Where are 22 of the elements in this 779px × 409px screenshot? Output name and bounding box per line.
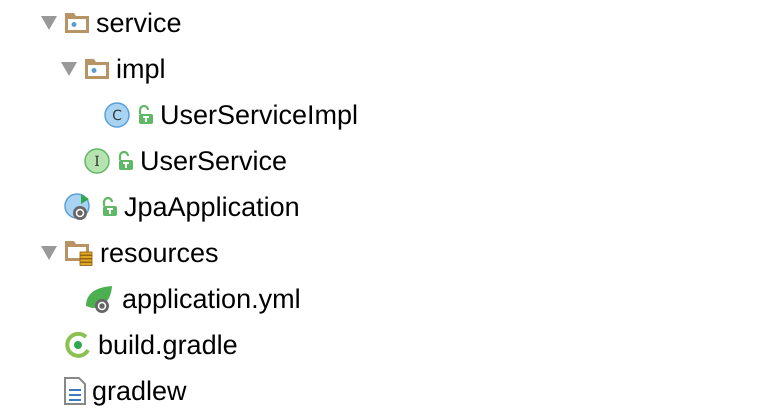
lock-icon <box>116 151 134 171</box>
file-icon <box>64 377 86 405</box>
tree-item-label[interactable]: JpaApplication <box>124 192 300 222</box>
tree-item-label[interactable]: impl <box>116 54 166 84</box>
tree-item-label[interactable]: UserServiceImpl <box>160 100 358 130</box>
tree-item-label[interactable]: application.yml <box>122 284 301 314</box>
gradle-icon <box>64 331 92 359</box>
class-icon: C <box>104 102 130 128</box>
expanded-arrow-icon[interactable] <box>40 15 58 31</box>
resources-folder-icon <box>64 240 94 266</box>
lock-icon <box>100 197 118 217</box>
expanded-arrow-icon[interactable] <box>60 61 78 77</box>
tree-item-label[interactable]: build.gradle <box>98 330 238 360</box>
package-folder-icon <box>64 12 90 34</box>
package-folder-icon <box>84 58 110 80</box>
tree-item-label[interactable]: service <box>96 8 182 38</box>
tree-item-label[interactable]: gradlew <box>92 376 187 406</box>
lock-icon <box>136 105 154 125</box>
interface-icon: I <box>84 148 110 174</box>
tree-item-label[interactable]: resources <box>100 238 219 268</box>
expanded-arrow-icon[interactable] <box>40 245 58 261</box>
tree-item-label[interactable]: UserService <box>140 146 288 176</box>
